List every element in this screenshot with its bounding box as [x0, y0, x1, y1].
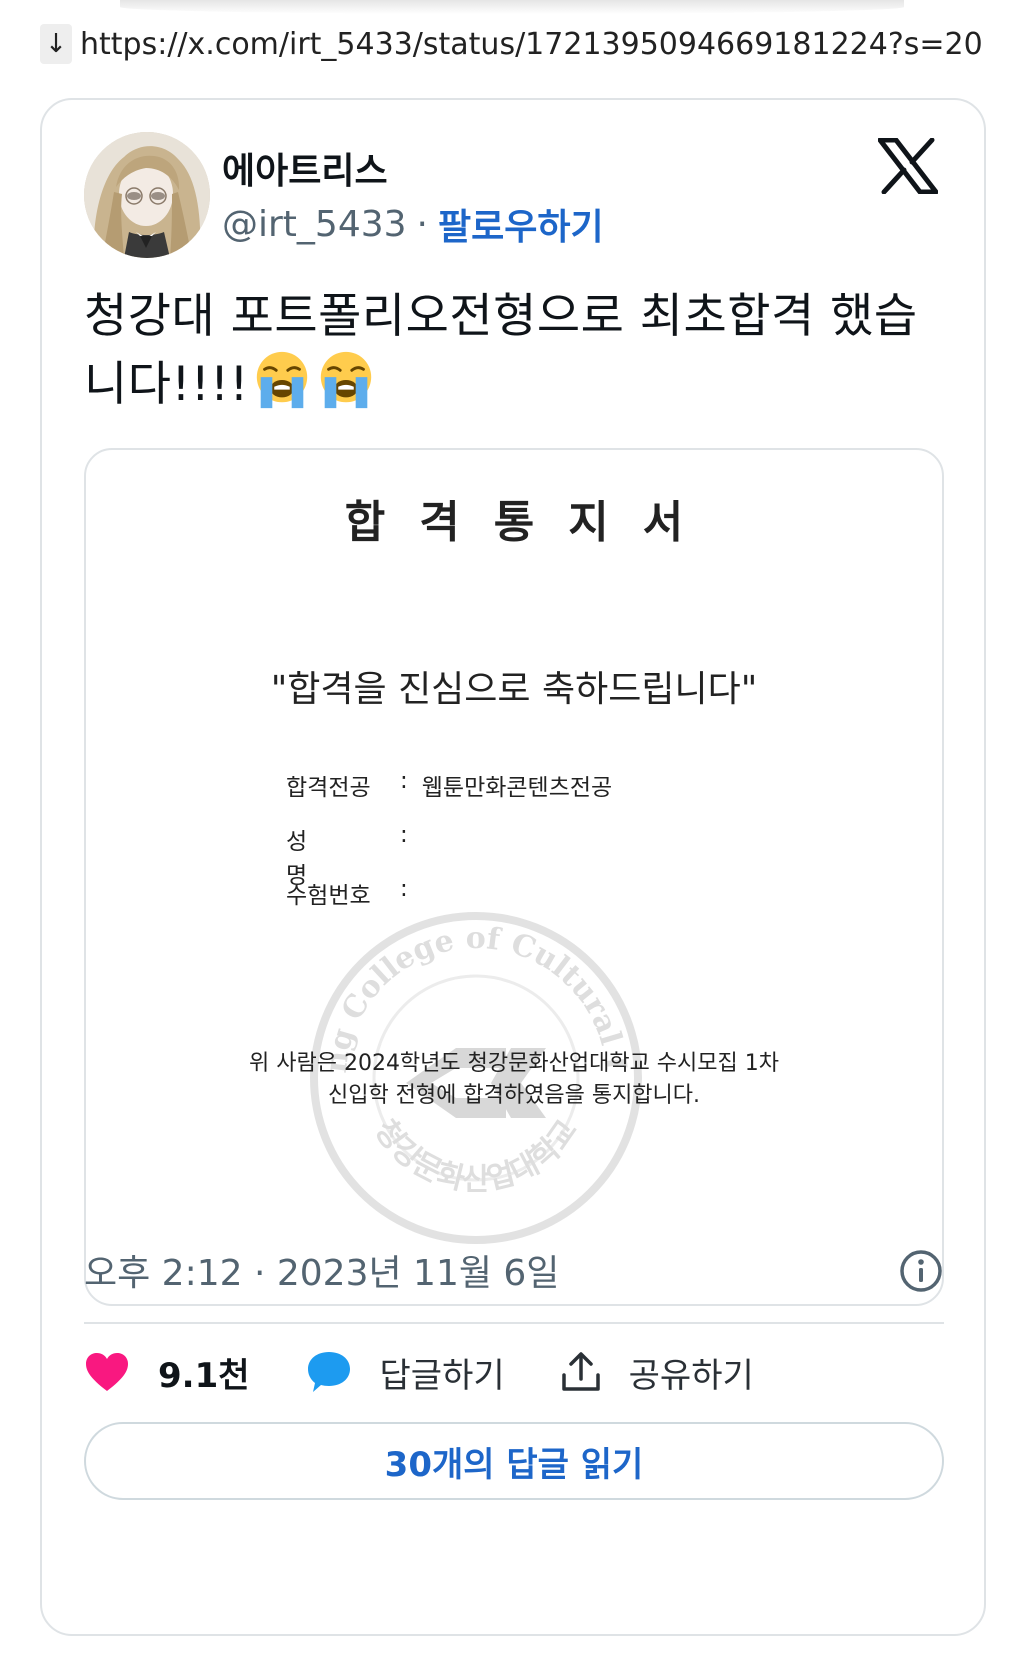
heart-icon	[86, 1353, 128, 1391]
read-replies-button[interactable]: 30개의 답글 읽기	[84, 1422, 944, 1500]
handle-row: @irt_5433 · 팔로우하기	[222, 198, 604, 250]
divider	[84, 1322, 944, 1324]
display-name[interactable]: 에아트리스	[222, 142, 388, 194]
top-shadow	[120, 0, 904, 14]
document-footer: 위 사람은 2024학년도 청강문화산업대학교 수시모집 1차 신입학 전형에 …	[86, 1048, 942, 1112]
svg-text:청강문화산업대학교: 청강문화산업대학교	[367, 1114, 585, 1198]
info-icon[interactable]	[898, 1248, 944, 1294]
separator-dot: ·	[416, 203, 428, 245]
download-arrow-icon[interactable]: ↓	[40, 24, 72, 64]
speech-bubble-icon	[307, 1352, 350, 1392]
document-congrats: "합격을 진심으로 축하드립니다"	[270, 669, 758, 710]
like-count: 9.1천	[158, 1355, 250, 1396]
share-label: 공유하기	[628, 1355, 754, 1396]
tweet-card: 에아트리스 @irt_5433 · 팔로우하기 청강대 포트폴리오전형으로 최초…	[40, 98, 986, 1636]
actions-bar: 9.1천 답글하기 공유하기	[84, 1340, 944, 1404]
url-bar[interactable]: ↓ https://x.com/irt_5433/status/17213950…	[40, 22, 1004, 66]
document-title: 합격통지서	[344, 497, 718, 548]
share-button[interactable]: 공유하기	[561, 1348, 754, 1397]
document-footer-line1: 위 사람은 2024학년도 청강문화산업대학교 수시모집 1차	[249, 1051, 779, 1076]
field-label: 수험번호	[286, 883, 371, 909]
tweet-media-image[interactable]: 합격통지서 "합격을 진심으로 축하드립니다" 합격전공 : 웹툰만화콘텐츠전공…	[84, 448, 944, 1306]
loudly-crying-face-icon	[320, 351, 372, 409]
avatar[interactable]	[84, 132, 210, 258]
seal-text-bottom: 청강문화산업대학교	[367, 1114, 585, 1198]
document-footer-line2: 신입학 전형에 합격하였음을 통지합니다.	[327, 1083, 701, 1108]
reply-button[interactable]: 답글하기	[306, 1348, 505, 1397]
reply-label: 답글하기	[379, 1355, 505, 1396]
tweet-meta-row: 오후 2:12 · 2023년 11월 6일	[84, 1240, 944, 1300]
like-button[interactable]: 9.1천	[84, 1348, 250, 1397]
handle[interactable]: @irt_5433	[222, 204, 407, 245]
follow-button[interactable]: 팔로우하기	[438, 198, 604, 250]
field-value: 웹툰만화콘텐츠전공	[421, 775, 613, 801]
timestamp[interactable]: 오후 2:12 · 2023년 11월 6일	[84, 1244, 559, 1296]
url-text[interactable]: https://x.com/irt_5433/status/1721395094…	[80, 27, 983, 62]
document-field-exam-number: 수험번호 :	[286, 876, 408, 909]
document-field-major: 합격전공 : 웹툰만화콘텐츠전공	[286, 768, 613, 801]
x-logo-icon[interactable]	[878, 138, 938, 194]
tweet-text: 청강대 포트폴리오전형으로 최초합격 했습니다!!!!	[84, 286, 954, 416]
loudly-crying-face-icon	[256, 351, 308, 409]
avatar-illustration	[84, 132, 210, 258]
tweet-text-content: 청강대 포트폴리오전형으로 최초합격 했습니다!!!!	[84, 289, 918, 412]
field-label: 합격전공	[286, 775, 371, 801]
share-upload-icon	[561, 1352, 600, 1391]
